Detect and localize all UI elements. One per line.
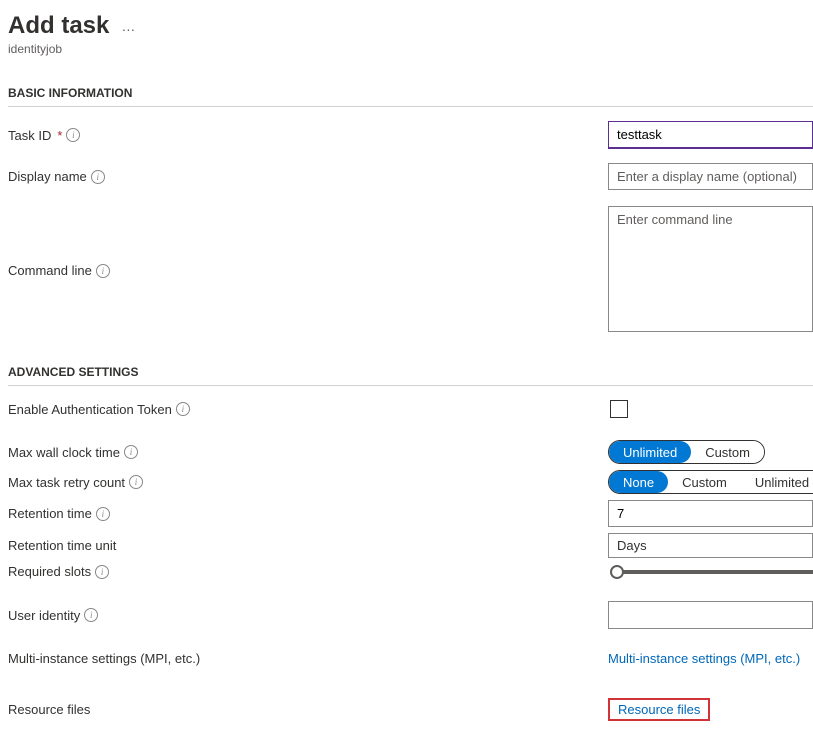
info-icon[interactable]: i xyxy=(129,475,143,489)
resource-files-highlight: Resource files xyxy=(608,698,710,721)
pill-custom[interactable]: Custom xyxy=(691,441,764,463)
info-icon[interactable]: i xyxy=(84,608,98,622)
info-icon[interactable]: i xyxy=(91,170,105,184)
max-task-retry-toggle[interactable]: None Custom Unlimited xyxy=(608,470,813,494)
enable-auth-token-checkbox[interactable] xyxy=(610,400,628,418)
pill-unlimited2[interactable]: Unlimited xyxy=(741,471,813,493)
max-task-retry-label: Max task retry count xyxy=(8,475,125,490)
info-icon[interactable]: i xyxy=(124,445,138,459)
display-name-label: Display name xyxy=(8,169,87,184)
page-title: Add task xyxy=(8,12,109,40)
command-line-label: Command line xyxy=(8,263,92,278)
resource-files-link[interactable]: Resource files xyxy=(618,702,700,717)
pill-none[interactable]: None xyxy=(609,471,668,493)
info-icon[interactable]: i xyxy=(66,128,80,142)
pill-custom2[interactable]: Custom xyxy=(668,471,741,493)
required-slots-label: Required slots xyxy=(8,564,91,579)
user-identity-select[interactable] xyxy=(608,601,813,629)
retention-time-label: Retention time xyxy=(8,506,92,521)
job-subtitle: identityjob xyxy=(8,42,813,56)
info-icon[interactable]: i xyxy=(96,264,110,278)
info-icon[interactable]: i xyxy=(96,507,110,521)
max-wall-clock-toggle[interactable]: Unlimited Custom xyxy=(608,440,765,464)
pill-unlimited[interactable]: Unlimited xyxy=(609,441,691,463)
multi-instance-label: Multi-instance settings (MPI, etc.) xyxy=(8,651,200,666)
user-identity-label: User identity xyxy=(8,608,80,623)
command-line-input[interactable] xyxy=(608,206,813,332)
required-asterisk: * xyxy=(57,128,62,143)
info-icon[interactable]: i xyxy=(176,402,190,416)
section-basic-info: Basic Information xyxy=(8,86,813,107)
section-advanced: Advanced Settings xyxy=(8,365,813,386)
more-menu-button[interactable]: … xyxy=(121,18,135,34)
enable-auth-token-label: Enable Authentication Token xyxy=(8,402,172,417)
info-icon[interactable]: i xyxy=(95,565,109,579)
slider-thumb[interactable] xyxy=(610,565,624,579)
task-id-label: Task ID xyxy=(8,128,51,143)
retention-unit-select[interactable]: Days xyxy=(608,533,813,558)
display-name-input[interactable] xyxy=(608,163,813,190)
resource-files-label: Resource files xyxy=(8,702,90,717)
retention-unit-label: Retention time unit xyxy=(8,538,116,553)
max-wall-clock-label: Max wall clock time xyxy=(8,445,120,460)
multi-instance-link[interactable]: Multi-instance settings (MPI, etc.) xyxy=(608,651,800,666)
required-slots-slider[interactable] xyxy=(612,570,813,574)
task-id-input[interactable] xyxy=(608,121,813,149)
retention-time-input[interactable] xyxy=(608,500,813,527)
